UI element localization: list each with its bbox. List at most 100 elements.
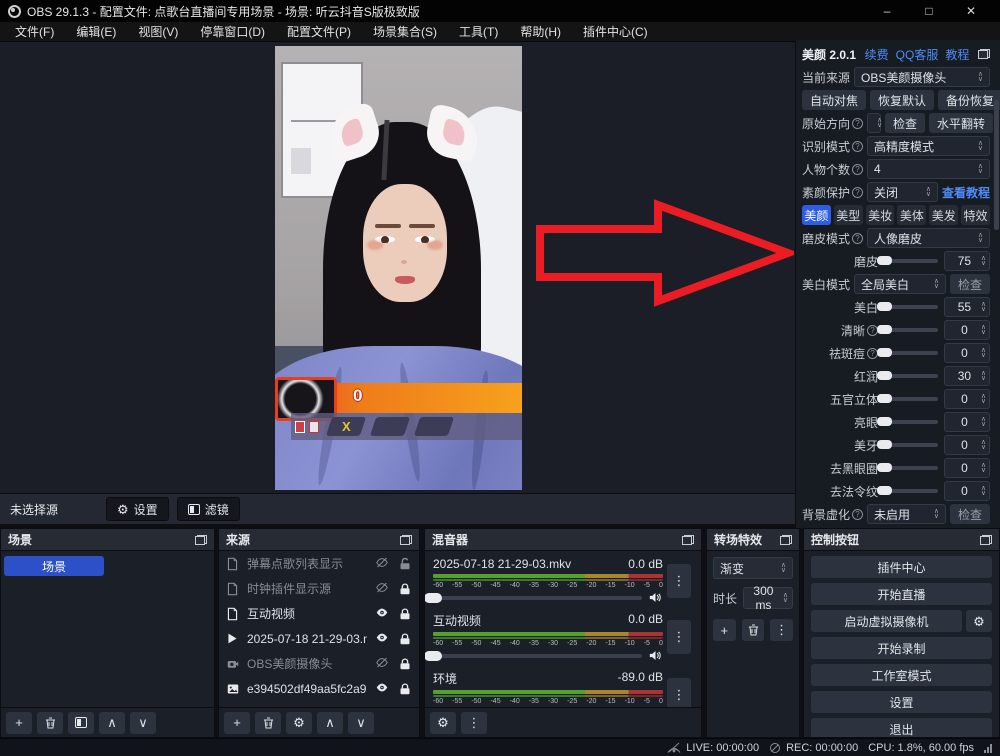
mixer-dock-header[interactable]: 混音器	[425, 529, 701, 551]
bright-eyes-value[interactable]: 0∧∨	[944, 412, 990, 432]
add-transition-button[interactable]: +	[713, 619, 736, 641]
popout-icon[interactable]	[682, 535, 694, 545]
rosy-slider[interactable]	[884, 374, 938, 378]
lock-toggle[interactable]	[397, 606, 413, 622]
orientation-check-button[interactable]: 检查	[885, 113, 925, 133]
menu-profile[interactable]: 配置文件(P)	[276, 22, 362, 42]
popout-icon[interactable]	[980, 535, 992, 545]
face-3d-value[interactable]: 0∧∨	[944, 389, 990, 409]
horizontal-flip-button[interactable]: 水平翻转	[929, 113, 993, 133]
sources-dock-header[interactable]: 来源	[219, 529, 419, 551]
visibility-toggle[interactable]	[374, 606, 390, 622]
remove-scene-button[interactable]	[37, 712, 63, 734]
source-row[interactable]: 互动视频	[219, 601, 419, 626]
help-icon[interactable]: ?	[852, 233, 863, 244]
teeth-value[interactable]: 0∧∨	[944, 435, 990, 455]
white-check-button[interactable]: 检查	[950, 274, 990, 294]
transition-menu-button[interactable]: ⋮	[770, 619, 793, 641]
autofocus-button[interactable]: 自动对焦	[802, 90, 866, 110]
start-virtual-camera-button[interactable]: 启动虚拟摄像机	[811, 610, 962, 632]
bright-eyes-slider[interactable]	[884, 420, 938, 424]
lock-toggle[interactable]	[397, 581, 413, 597]
face-3d-slider[interactable]	[884, 397, 938, 401]
add-source-button[interactable]: +	[224, 712, 250, 734]
menu-scene-collection[interactable]: 场景集合(S)	[362, 22, 448, 42]
menu-docks[interactable]: 停靠窗口(D)	[189, 22, 276, 42]
source-row[interactable]: e394502df49aa5fc2a99cd2e7c	[219, 676, 419, 701]
visibility-toggle[interactable]	[374, 556, 390, 572]
remove-source-button[interactable]	[255, 712, 281, 734]
add-scene-button[interactable]: +	[6, 712, 32, 734]
blemish-value[interactable]: 0∧∨	[944, 343, 990, 363]
rosy-value[interactable]: 30∧∨	[944, 366, 990, 386]
lock-toggle[interactable]	[397, 631, 413, 647]
help-icon[interactable]: ?	[852, 164, 863, 175]
teeth-slider[interactable]	[884, 443, 938, 447]
controls-dock-header[interactable]: 控制按钮	[804, 529, 999, 551]
volume-slider[interactable]	[433, 596, 642, 600]
person-count-spinner[interactable]: 4 ∧∨	[867, 159, 990, 179]
backup-restore-button[interactable]: 备份恢复	[938, 90, 1000, 110]
source-row[interactable]: 弹幕点歌列表显示	[219, 551, 419, 576]
renew-link[interactable]: 续费	[865, 46, 889, 63]
start-recording-button[interactable]: 开始录制	[811, 637, 992, 659]
qq-support-link[interactable]: QQ客服	[896, 46, 939, 63]
popout-icon[interactable]	[195, 535, 207, 545]
clarity-value[interactable]: 0∧∨	[944, 320, 990, 340]
virtual-camera-settings-button[interactable]: ⚙	[966, 610, 992, 632]
help-icon[interactable]: ?	[852, 118, 863, 129]
close-button[interactable]: ✕	[950, 0, 992, 22]
visibility-toggle[interactable]	[374, 706, 390, 708]
smooth-mode-select[interactable]: 人像磨皮 ∧∨	[867, 228, 990, 248]
nasolabial-value[interactable]: 0∧∨	[944, 481, 990, 501]
help-icon[interactable]: ?	[852, 141, 863, 152]
popout-icon[interactable]	[978, 49, 990, 59]
minimize-button[interactable]: –	[866, 0, 908, 22]
source-row[interactable]: 2025-07-18 21-29-03.mkv	[219, 626, 419, 651]
nasolabial-slider[interactable]	[884, 489, 938, 493]
tab-hair[interactable]: 美发	[929, 205, 958, 225]
lock-toggle[interactable]	[397, 681, 413, 697]
source-row[interactable]: 滚动	[219, 701, 419, 707]
lock-toggle[interactable]	[397, 556, 413, 572]
studio-mode-button[interactable]: 工作室模式	[811, 664, 992, 686]
transition-select[interactable]: 渐变 ∧∨	[713, 557, 793, 579]
beauty-scrollbar[interactable]	[994, 100, 999, 230]
visibility-toggle[interactable]	[374, 581, 390, 597]
channel-menu-button[interactable]: ⋮	[667, 620, 691, 654]
filters-button[interactable]: 滤镜	[177, 497, 240, 521]
menu-edit[interactable]: 编辑(E)	[65, 22, 127, 42]
current-source-select[interactable]: OBS美颜摄像头 ∧∨	[854, 67, 990, 87]
detect-mode-select[interactable]: 高精度模式 ∧∨	[867, 136, 990, 156]
orientation-select[interactable]: 上 ∧∨	[867, 113, 881, 133]
volume-slider[interactable]	[433, 654, 642, 658]
source-row[interactable]: 时钟插件显示源	[219, 576, 419, 601]
menu-help[interactable]: 帮助(H)	[509, 22, 572, 42]
dark-circles-value[interactable]: 0∧∨	[944, 458, 990, 478]
menu-plugin-center[interactable]: 插件中心(C)	[572, 22, 659, 42]
channel-menu-button[interactable]: ⋮	[667, 678, 691, 707]
smooth-slider[interactable]	[884, 259, 938, 263]
transitions-dock-header[interactable]: 转场特效	[707, 529, 799, 551]
lock-toggle[interactable]	[397, 656, 413, 672]
tab-beauty[interactable]: 美颜	[802, 205, 831, 225]
scene-down-button[interactable]: ∨	[130, 712, 156, 734]
duration-spinner[interactable]: 300 ms ∧∨	[743, 587, 793, 609]
whiten-value[interactable]: 55∧∨	[944, 297, 990, 317]
tab-effects[interactable]: 特效	[961, 205, 990, 225]
blemish-slider[interactable]	[884, 351, 938, 355]
source-down-button[interactable]: ∨	[348, 712, 374, 734]
help-icon[interactable]: ?	[852, 509, 863, 520]
scene-up-button[interactable]: ∧	[99, 712, 125, 734]
scene-filters-button[interactable]	[68, 712, 94, 734]
view-tutorial-link[interactable]: 查看教程	[942, 184, 990, 201]
tutorial-link[interactable]: 教程	[945, 46, 969, 63]
bg-blur-select[interactable]: 未启用 ∧∨	[867, 504, 946, 524]
start-streaming-button[interactable]: 开始直播	[811, 583, 992, 605]
tab-body[interactable]: 美体	[897, 205, 926, 225]
help-icon[interactable]: ?	[852, 187, 863, 198]
remove-transition-button[interactable]	[742, 619, 765, 641]
menu-file[interactable]: 文件(F)	[4, 22, 65, 42]
scenes-dock-header[interactable]: 场景	[1, 529, 214, 551]
source-up-button[interactable]: ∧	[317, 712, 343, 734]
